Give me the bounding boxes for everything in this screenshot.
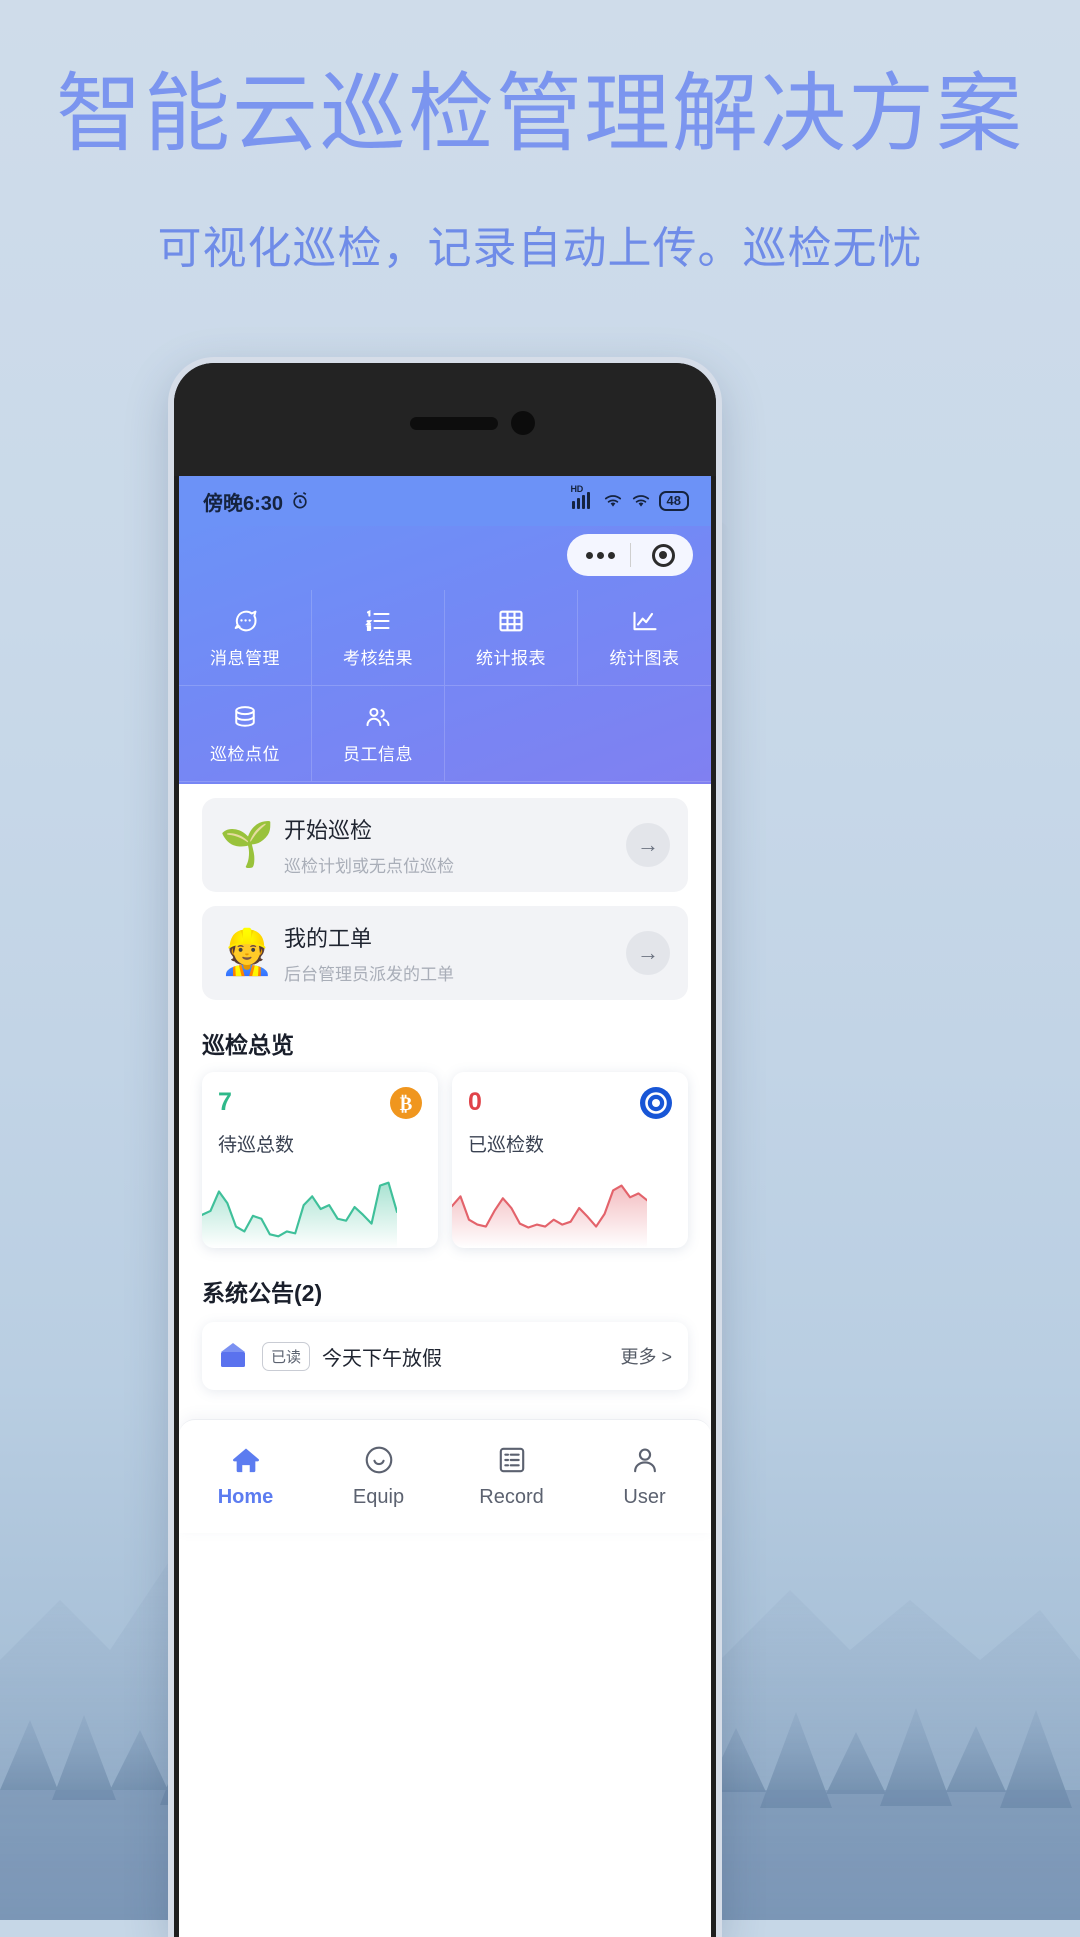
section-title-overview: 巡检总览 [202, 1032, 294, 1058]
stat-label: 待巡总数 [218, 1135, 295, 1156]
action-card-my-work-orders[interactable]: 👷 我的工单 后台管理员派发的工单 → [202, 906, 688, 1000]
earpiece-speaker [410, 417, 498, 430]
tab-label: Equip [352, 1486, 405, 1508]
grid-item-label: 员工信息 [343, 744, 413, 764]
stat-card-row: 7 待巡总数 ₿ 0 已巡检数 [179, 1072, 711, 1248]
action-card-text: 我的工单 后台管理员派发的工单 [284, 921, 626, 985]
grid-item-statistic-report[interactable]: 统计报表 [445, 590, 578, 686]
action-card-subtitle: 后台管理员派发的工单 [284, 965, 454, 984]
phone-mockup: 傍晚6:30 HD 48 消息管理 考核结果 统计报表 统计图表 巡检点位 员工… [168, 357, 722, 1937]
tab-user[interactable]: User [578, 1420, 711, 1533]
stat-card-inspected[interactable]: 0 已巡检数 [452, 1072, 688, 1248]
target-badge-icon [640, 1087, 672, 1119]
svg-text:₿: ₿ [400, 1094, 413, 1115]
grid-item-label: 统计报表 [476, 648, 546, 668]
announcement-item[interactable]: 已读 今天下午放假 更多 > [202, 1322, 688, 1390]
construction-worker-icon: 👷 [219, 928, 275, 977]
promo-title: 智能云巡检管理解决方案 [56, 66, 1024, 162]
promo-subtitle: 可视化巡检，记录自动上传。巡检无忧 [157, 224, 923, 273]
table-grid-icon [499, 610, 523, 631]
tab-equip[interactable]: Equip [312, 1420, 445, 1533]
people-icon [366, 707, 390, 726]
arrow-right-icon[interactable]: → [626, 931, 670, 975]
user-icon [633, 1448, 656, 1473]
stat-card-pending[interactable]: 7 待巡总数 ₿ [202, 1072, 438, 1248]
announcement-text: 今天下午放假 [322, 1347, 443, 1370]
quick-menu-grid: 消息管理 考核结果 统计报表 统计图表 巡检点位 员工信息 [179, 590, 711, 782]
read-status-badge: 已读 [262, 1341, 311, 1371]
app-header: 消息管理 考核结果 统计报表 统计图表 巡检点位 员工信息 [179, 526, 711, 784]
smiley-face-icon [365, 1446, 392, 1474]
status-time: 傍晚6:30 [203, 492, 284, 515]
database-icon [235, 705, 255, 727]
sparkline-inspected-chart [452, 1184, 647, 1248]
home-icon [232, 1448, 259, 1473]
bottom-tab-bar: Home Equip Record User [179, 1419, 711, 1533]
status-bar: 傍晚6:30 HD 48 [179, 476, 711, 526]
action-card-subtitle: 巡检计划或无点位巡检 [284, 857, 454, 876]
wifi-secondary-icon [632, 495, 649, 507]
grid-item-label: 消息管理 [210, 648, 280, 668]
grid-item-message-management[interactable]: 消息管理 [179, 590, 312, 686]
grid-item-inspection-points[interactable]: 巡检点位 [179, 686, 312, 782]
sparkline-pending-chart [202, 1181, 397, 1248]
action-card-start-inspection[interactable]: 🌱 开始巡检 巡检计划或无点位巡检 → [202, 798, 688, 892]
announcement-more-link[interactable]: 更多 > [620, 1343, 672, 1369]
ordered-list-icon [365, 609, 390, 631]
line-chart-icon [632, 611, 657, 630]
grid-empty-cell [445, 686, 578, 782]
phone-bezel-top [174, 363, 716, 476]
action-card-title: 我的工单 [284, 926, 373, 951]
miniprogram-capsule[interactable] [567, 534, 693, 576]
alarm-clock-icon [293, 491, 307, 509]
tab-label: Record [479, 1486, 544, 1508]
grid-item-label: 考核结果 [343, 648, 413, 668]
document-list-icon [499, 1447, 524, 1473]
tab-label: User [623, 1486, 666, 1508]
grid-item-label: 统计图表 [609, 648, 680, 668]
tab-home[interactable]: Home [179, 1420, 312, 1533]
miniprogram-capsule-row [179, 526, 711, 590]
tab-record[interactable]: Record [445, 1420, 578, 1533]
status-bar-left: 傍晚6:30 [203, 487, 310, 516]
section-title-announcements: 系统公告(2) [202, 1280, 323, 1306]
grid-item-assessment-results[interactable]: 考核结果 [312, 590, 445, 686]
sprout-in-hand-icon: 🌱 [219, 820, 275, 869]
grid-item-label: 巡检点位 [210, 744, 280, 764]
grid-item-employee-info[interactable]: 员工信息 [312, 686, 445, 782]
action-card-title: 开始巡检 [284, 818, 373, 843]
main-content: 🌱 开始巡检 巡检计划或无点位巡检 → 👷 我的工单 后台管理员派发的工单 → … [179, 798, 711, 1533]
battery-indicator: 48 [658, 490, 689, 512]
tab-label: Home [217, 1486, 274, 1508]
grid-item-statistic-chart[interactable]: 统计图表 [578, 590, 711, 686]
target-circle-icon[interactable] [651, 543, 675, 567]
action-card-text: 开始巡检 巡检计划或无点位巡检 [284, 813, 626, 877]
capsule-divider [630, 543, 631, 567]
announcement-board-icon [221, 1343, 245, 1367]
front-camera [511, 411, 535, 435]
signal-bars-icon: HD [571, 484, 595, 509]
chat-bubble-icon [234, 610, 257, 631]
grid-empty-cell [578, 686, 711, 782]
wifi-icon [604, 495, 621, 507]
more-dots-icon[interactable] [585, 551, 615, 559]
status-bar-right: HD 48 [571, 484, 689, 512]
arrow-right-icon[interactable]: → [626, 823, 670, 867]
bitcoin-coin-icon: ₿ [390, 1087, 422, 1119]
network-type-label: HD [570, 484, 584, 494]
phone-screen: 傍晚6:30 HD 48 消息管理 考核结果 统计报表 统计图表 巡检点位 员工… [179, 476, 711, 1937]
stat-label: 已巡检数 [468, 1135, 545, 1156]
